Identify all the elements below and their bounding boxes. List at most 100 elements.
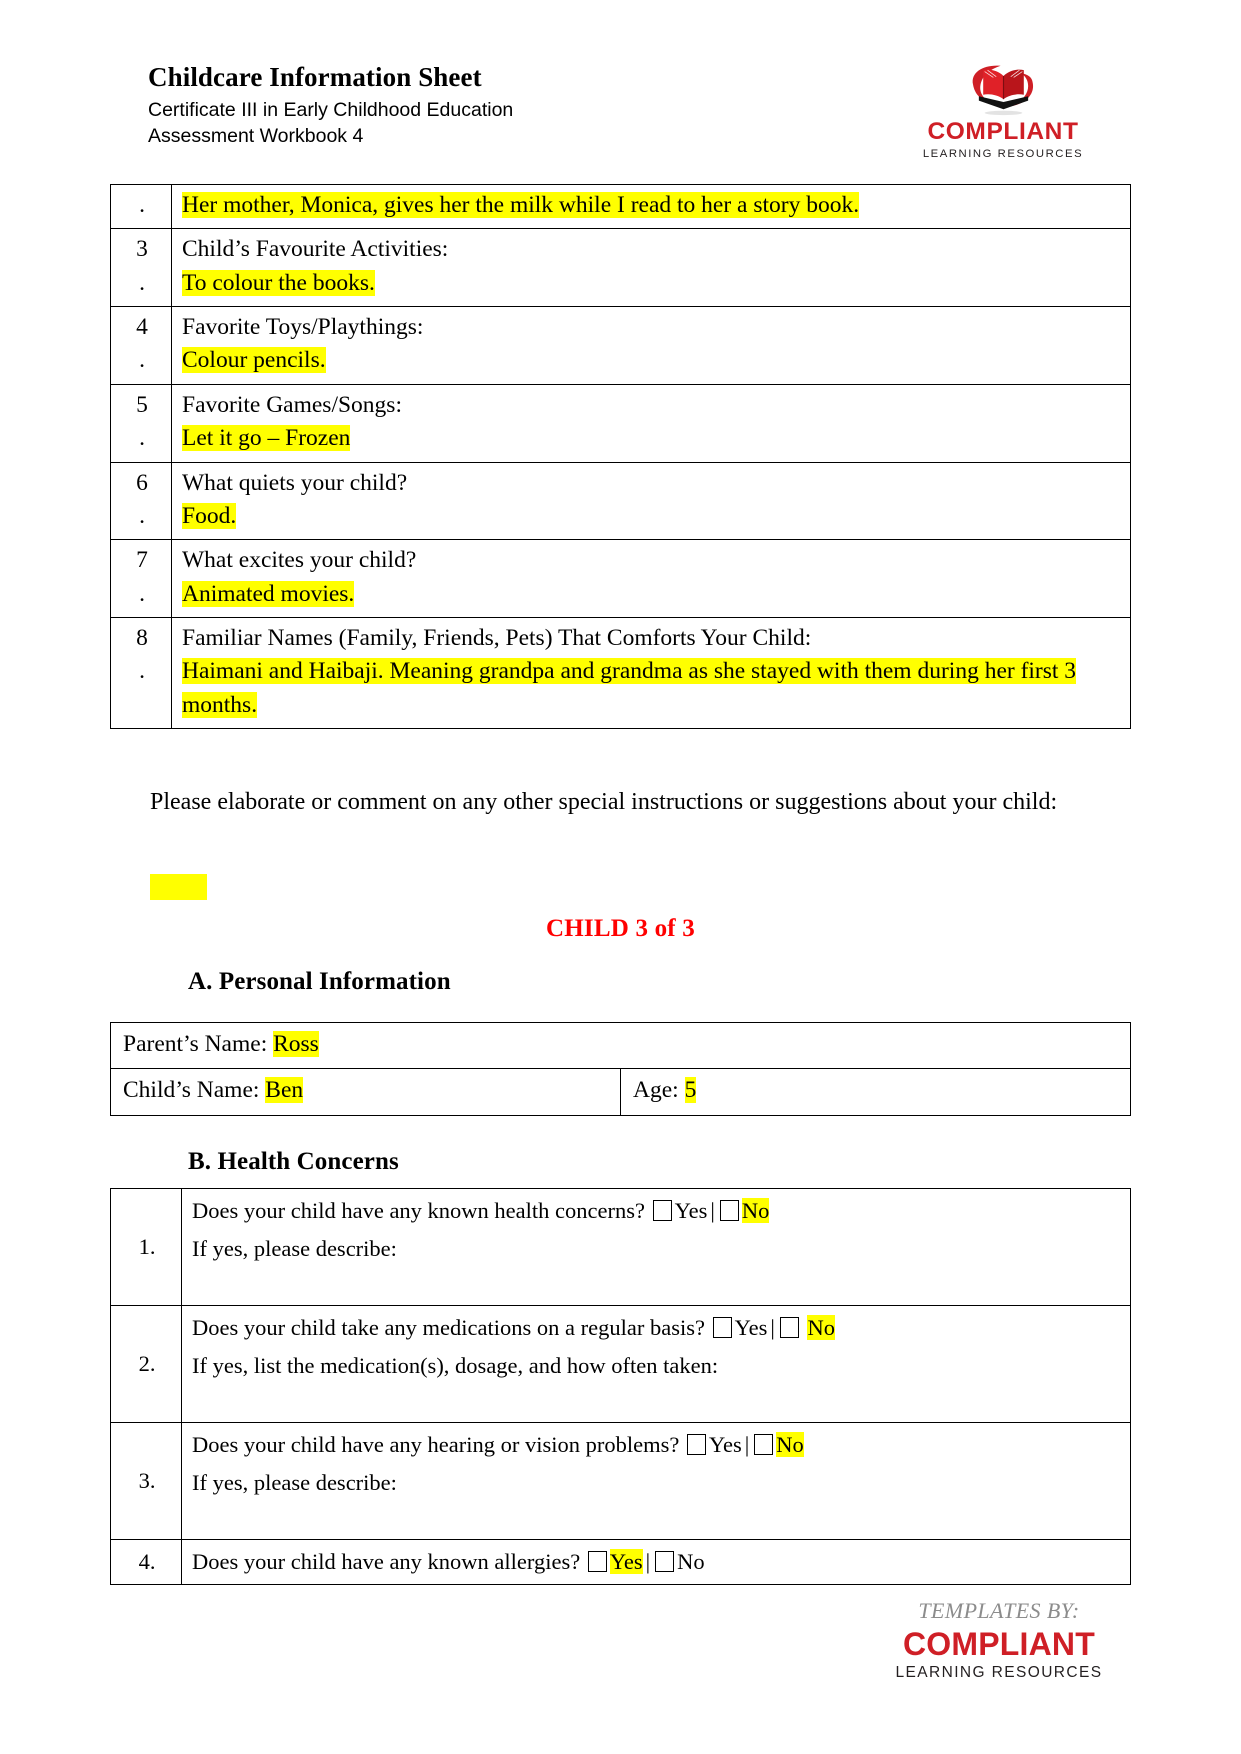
- child-name-cell: Child’s Name: Ben: [110, 1068, 621, 1116]
- logo-tagline: LEARNING RESOURCES: [922, 147, 1084, 160]
- question-text: Does your child have any hearing or visi…: [192, 1431, 680, 1457]
- row-number-cell: 4.: [110, 1538, 182, 1585]
- yes-checkbox[interactable]: [687, 1433, 707, 1455]
- row-number-cell: 3.: [110, 1421, 182, 1540]
- table-row: 1. Does your child have any known health…: [110, 1188, 1131, 1306]
- section-a-heading: A. Personal Information: [188, 968, 451, 995]
- yes-checkbox[interactable]: [712, 1316, 732, 1338]
- yes-checkbox[interactable]: [652, 1200, 672, 1221]
- row-number-cell: 2.: [110, 1304, 182, 1423]
- row-number-line: .: [139, 192, 145, 218]
- course-subtitle: Certificate III in Early Childhood Educa…: [148, 99, 514, 122]
- question-text: Does your child have any known allergies…: [192, 1548, 581, 1574]
- table-row: . Her mother, Monica, gives her the milk…: [110, 183, 1131, 230]
- parent-name-value[interactable]: Ross: [273, 1031, 319, 1057]
- table-row: 3 . Child’s Favourite Activities: To col…: [110, 228, 1131, 308]
- answer-line: Colour pencils.: [182, 344, 1122, 377]
- activities-table-body: . Her mother, Monica, gives her the milk…: [110, 183, 1131, 730]
- header-logo: COMPLIANT LEARNING RESOURCES: [908, 60, 1098, 160]
- row-content-cell: What excites your child? Animated movies…: [171, 539, 1131, 618]
- answer-line: Let it go – Frozen: [182, 422, 1122, 455]
- answer-text: Colour pencils.: [182, 347, 326, 374]
- child-name-label: Child’s Name:: [123, 1077, 260, 1104]
- row-number-line: 4: [136, 314, 148, 341]
- special-instructions-prompt: Please elaborate or comment on any other…: [150, 789, 1058, 815]
- option-separator: |: [770, 1314, 775, 1340]
- row-number-line: 5: [136, 391, 148, 418]
- answer-line: To colour the books.: [182, 267, 1122, 300]
- no-checkbox[interactable]: [779, 1316, 799, 1338]
- row-number-cell: 3 .: [110, 228, 172, 308]
- no-label: No: [677, 1548, 705, 1574]
- option-separator: |: [744, 1431, 750, 1457]
- option-separator: |: [645, 1548, 651, 1574]
- followup-text: If yes, please describe:: [192, 1235, 397, 1261]
- no-checkbox[interactable]: [754, 1433, 774, 1455]
- age-value[interactable]: 5: [684, 1077, 697, 1104]
- answer-space[interactable]: [192, 1382, 1122, 1416]
- table-row: Parent’s Name: Ross: [110, 1021, 1131, 1070]
- followup-text: If yes, list the medication(s), dosage, …: [192, 1352, 719, 1378]
- no-label: No: [741, 1198, 770, 1223]
- row-content-cell: Familiar Names (Family, Friends, Pets) T…: [171, 616, 1131, 730]
- table-row: 6 . What quiets your child? Food.: [110, 461, 1131, 541]
- answer-space[interactable]: [192, 1265, 1122, 1299]
- no-label: No: [776, 1431, 804, 1457]
- parent-name-label: Parent’s Name:: [123, 1031, 268, 1057]
- table-row: 4. Does your child have any known allerg…: [110, 1538, 1131, 1585]
- prompt-text: Favorite Toys/Playthings:: [182, 314, 424, 341]
- age-label: Age:: [633, 1077, 679, 1104]
- page-title: Childcare Information Sheet: [148, 62, 482, 92]
- question-line: Does your child have any known allergies…: [192, 1546, 1122, 1578]
- child-name-value[interactable]: Ben: [265, 1077, 304, 1104]
- yes-label: Yes: [709, 1431, 742, 1457]
- row-number-line: .: [139, 347, 145, 374]
- table-row: 2. Does your child take any medications …: [110, 1304, 1131, 1423]
- yes-checkbox[interactable]: [587, 1550, 607, 1572]
- answer-text: Food.: [182, 502, 237, 529]
- health-concerns-table: 1. Does your child have any known health…: [110, 1188, 1131, 1585]
- health-table-body: 1. Does your child have any known health…: [110, 1188, 1131, 1585]
- child-preferences-table: . Her mother, Monica, gives her the milk…: [110, 183, 1131, 730]
- section-b-heading: B. Health Concerns: [188, 1148, 399, 1175]
- no-checkbox[interactable]: [655, 1550, 675, 1572]
- yes-label: Yes: [734, 1314, 768, 1340]
- table-row: 7 . What excites your child? Animated mo…: [110, 539, 1131, 618]
- yes-label: Yes: [674, 1198, 708, 1223]
- table-row: Child’s Name: Ben Age: 5: [110, 1068, 1131, 1116]
- logo-wordmark: COMPLIANT: [927, 118, 1079, 145]
- page-header: Childcare Information Sheet Certificate …: [148, 58, 1098, 160]
- row-number-cell: 5 .: [110, 383, 172, 463]
- row-number-line: .: [139, 502, 145, 529]
- row-content-cell: Does your child have any known health co…: [181, 1188, 1131, 1306]
- row-content-cell: Does your child have any hearing or visi…: [181, 1421, 1131, 1540]
- prompt-text: What quiets your child?: [182, 469, 408, 496]
- row-number-line: .: [139, 269, 145, 296]
- row-number-cell: 6 .: [110, 461, 172, 541]
- row-number-line: 7: [136, 547, 148, 574]
- footer-logo-wordmark: COMPLIANT: [902, 1626, 1095, 1662]
- answer-line: Animated movies.: [182, 578, 1122, 611]
- question-line: Does your child take any medications on …: [192, 1312, 1122, 1344]
- answer-text: Haimani and Haibaji. Meaning grandpa and…: [182, 658, 1077, 718]
- footer-logo-tagline: LEARNING RESOURCES: [895, 1664, 1103, 1681]
- answer-text: Her mother, Monica, gives her the milk w…: [182, 192, 860, 218]
- answer-space[interactable]: [192, 1499, 1122, 1533]
- question-line: Does your child have any hearing or visi…: [192, 1429, 1122, 1461]
- row-number-line: 6: [136, 469, 148, 496]
- row-number-line: .: [139, 580, 145, 607]
- table-row: 5 . Favorite Games/Songs: Let it go – Fr…: [110, 383, 1131, 463]
- child-section-heading: CHILD 3 of 3: [546, 915, 695, 942]
- row-content-cell: Her mother, Monica, gives her the milk w…: [171, 183, 1131, 230]
- row-number-line: 3: [136, 236, 148, 263]
- answer-line: Haimani and Haibaji. Meaning grandpa and…: [182, 655, 1122, 722]
- workbook-subtitle: Assessment Workbook 4: [148, 125, 364, 148]
- row-number-cell: .: [110, 183, 172, 230]
- followup-text: If yes, please describe:: [192, 1469, 397, 1495]
- answer-text: Animated movies.: [182, 580, 355, 607]
- prompt-text: Child’s Favourite Activities:: [182, 236, 449, 263]
- row-content-cell: Does your child have any known allergies…: [181, 1538, 1131, 1585]
- personal-information-table: Parent’s Name: Ross Child’s Name: Ben Ag…: [110, 1021, 1131, 1116]
- table-row: 3. Does your child have any hearing or v…: [110, 1421, 1131, 1540]
- no-checkbox[interactable]: [719, 1200, 739, 1221]
